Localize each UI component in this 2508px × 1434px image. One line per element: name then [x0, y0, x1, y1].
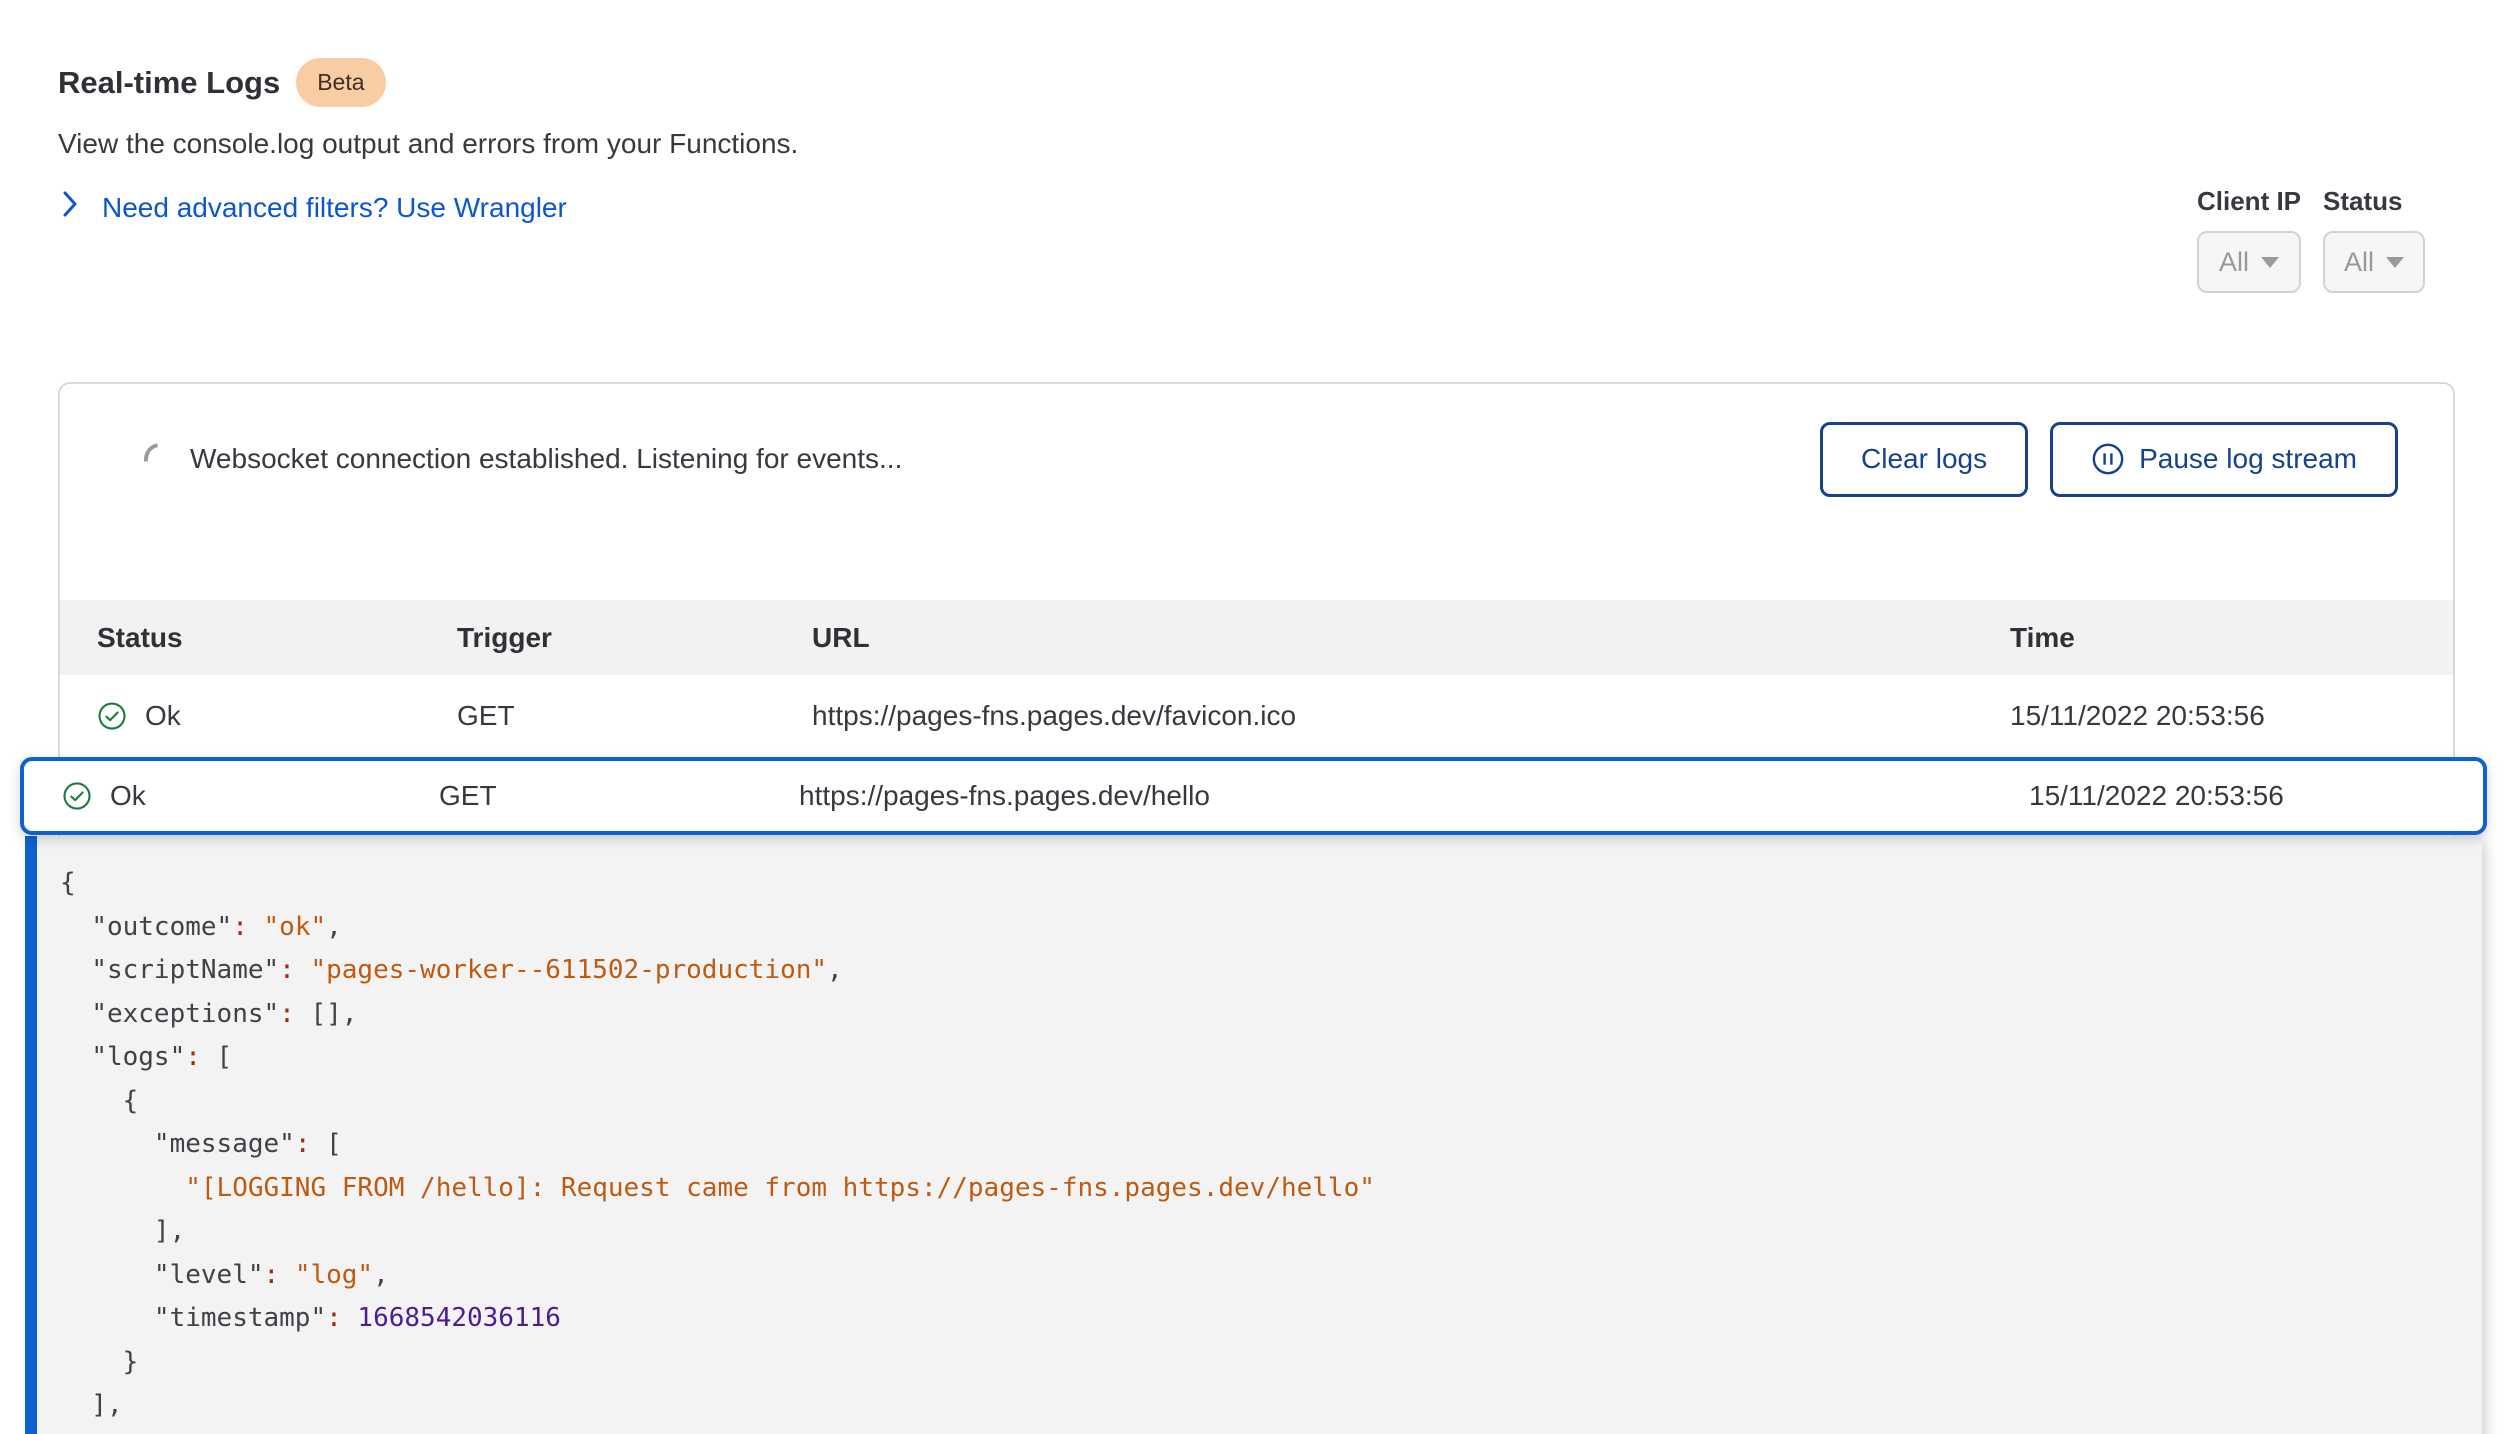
- column-header-time: Time: [2010, 622, 2453, 654]
- row-time-cell: 15/11/2022 20:53:56: [2029, 780, 2483, 812]
- beta-badge: Beta: [296, 58, 385, 107]
- clear-logs-button[interactable]: Clear logs: [1820, 422, 2028, 497]
- row-time-cell: 15/11/2022 20:53:56: [2010, 700, 2453, 732]
- advanced-filters-link-label: Need advanced filters? Use Wrangler: [102, 192, 567, 224]
- pause-log-stream-label: Pause log stream: [2139, 443, 2357, 475]
- pause-log-stream-button[interactable]: Pause log stream: [2050, 422, 2398, 497]
- row-trigger-cell: GET: [439, 780, 799, 812]
- row-status-label: Ok: [110, 780, 146, 812]
- status-filter-group: Status All: [2323, 186, 2425, 293]
- row-url-cell: https://pages-fns.pages.dev/favicon.ico: [812, 700, 2010, 732]
- status-filter-label: Status: [2323, 186, 2425, 217]
- column-header-url: URL: [812, 622, 2010, 654]
- client-ip-filter-label: Client IP: [2197, 186, 2301, 217]
- log-detail-panel: { "outcome": "ok", "scriptName": "pages-…: [25, 836, 2482, 1434]
- column-header-status: Status: [97, 622, 457, 654]
- status-filter-value: All: [2344, 247, 2374, 278]
- column-header-trigger: Trigger: [457, 622, 812, 654]
- stream-actions: Clear logs Pause log stream: [1820, 422, 2398, 497]
- logs-table-header: Status Trigger URL Time: [60, 600, 2453, 675]
- row-status-label: Ok: [145, 700, 181, 732]
- row-trigger-cell: GET: [457, 700, 812, 732]
- log-table-row[interactable]: Ok GET https://pages-fns.pages.dev/favic…: [60, 675, 2453, 757]
- row-status-cell: Ok: [62, 780, 439, 812]
- page-header: Real-time Logs Beta: [58, 58, 386, 107]
- pause-circle-icon: [2091, 442, 2125, 476]
- websocket-status-text: Websocket connection established. Listen…: [190, 443, 902, 475]
- stream-status-row: Websocket connection established. Listen…: [60, 384, 2453, 534]
- caret-down-icon: [2261, 257, 2279, 268]
- client-ip-filter-value: All: [2219, 247, 2249, 278]
- log-json-code: { "outcome": "ok", "scriptName": "pages-…: [37, 836, 2482, 1428]
- page-subtitle: View the console.log output and errors f…: [58, 128, 798, 160]
- advanced-filters-link[interactable]: Need advanced filters? Use Wrangler: [60, 190, 567, 225]
- status-filter-dropdown[interactable]: All: [2323, 231, 2425, 293]
- clear-logs-label: Clear logs: [1861, 443, 1987, 475]
- row-status-cell: Ok: [97, 700, 457, 732]
- row-url-cell: https://pages-fns.pages.dev/hello: [799, 780, 2029, 812]
- chevron-right-icon: [60, 190, 80, 225]
- check-circle-icon: [62, 781, 92, 811]
- caret-down-icon: [2386, 257, 2404, 268]
- page-title: Real-time Logs: [58, 65, 280, 101]
- expanded-log-row[interactable]: Ok GET https://pages-fns.pages.dev/hello…: [20, 757, 2487, 835]
- realtime-logs-page: Real-time Logs Beta View the console.log…: [0, 0, 2508, 1434]
- check-circle-icon: [97, 701, 127, 731]
- client-ip-filter-dropdown[interactable]: All: [2197, 231, 2301, 293]
- log-filters: Client IP All Status All: [2197, 186, 2425, 293]
- client-ip-filter-group: Client IP All: [2197, 186, 2301, 293]
- spinner-icon: [138, 437, 183, 482]
